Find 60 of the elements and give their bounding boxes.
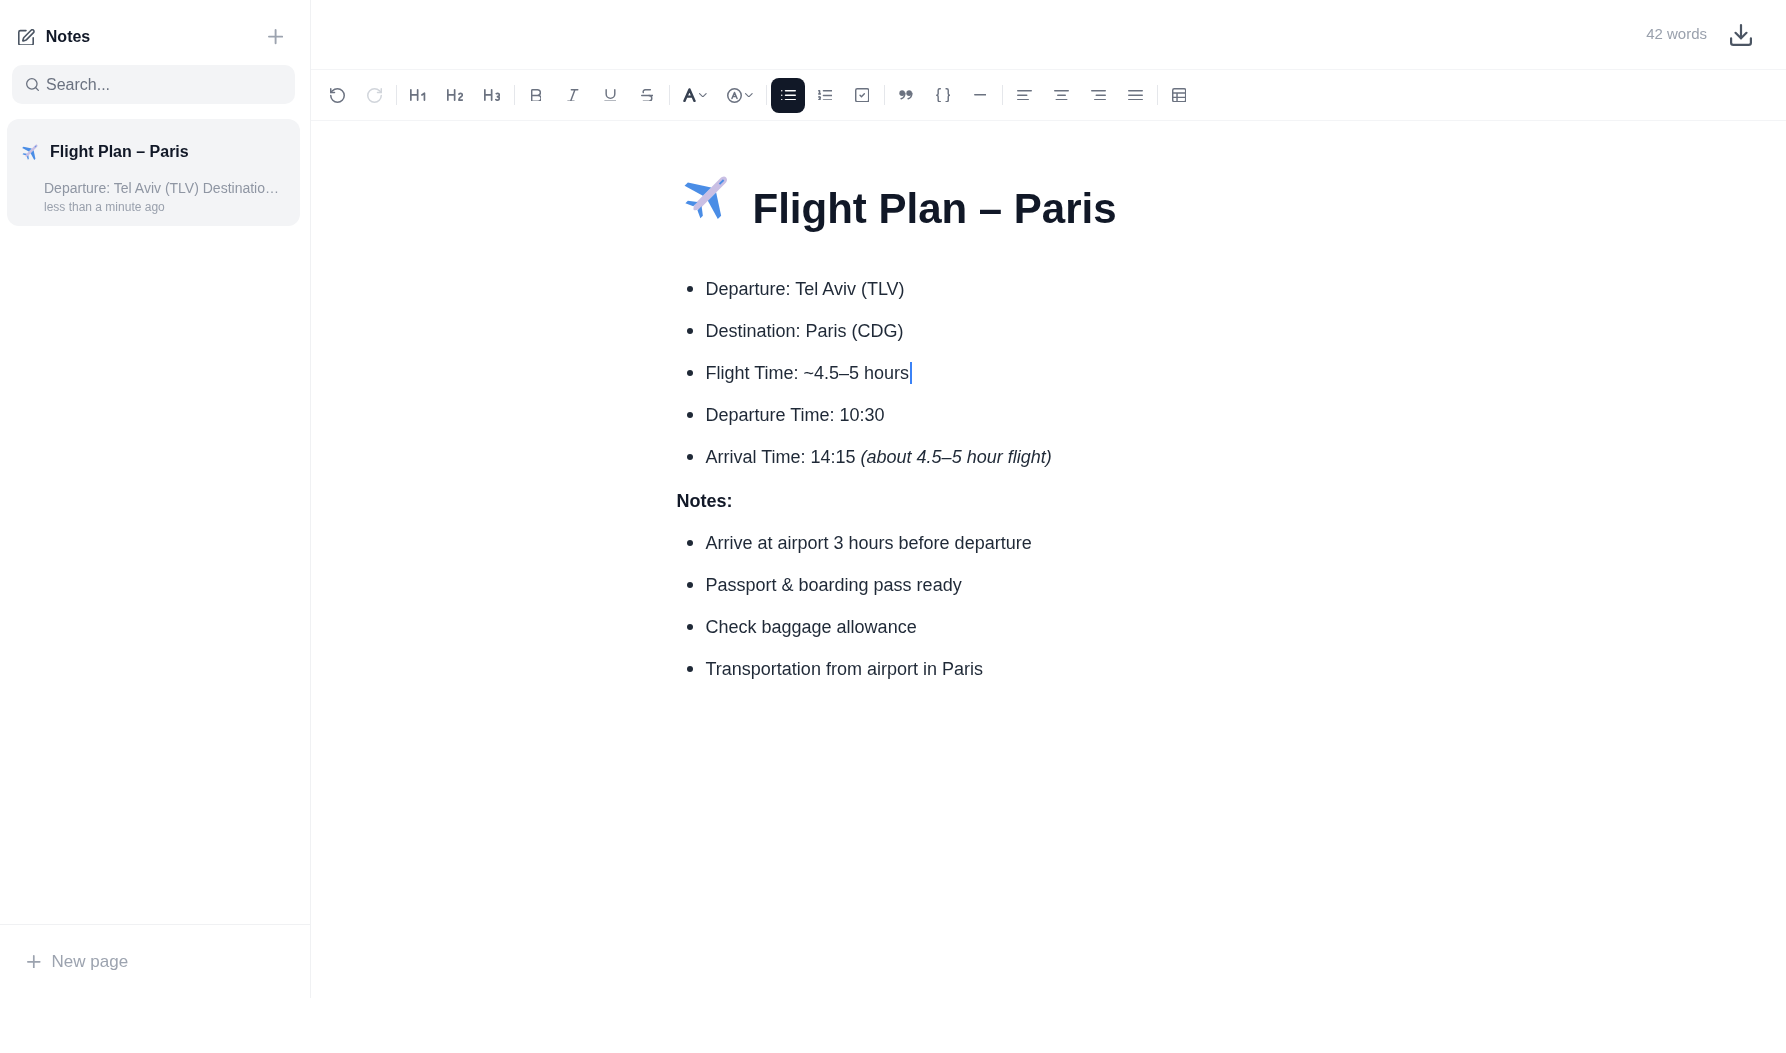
bullet-icon (686, 286, 693, 292)
undo-icon (329, 87, 345, 103)
list-item-text: Check baggage allowance (705, 616, 917, 639)
list-item-text: Flight Time: ~4.5–5 hours (705, 362, 910, 385)
page-item[interactable]: Flight Plan – Paris Departure: Tel Aviv (TLV) Destinatio… less than a minute ago (7, 119, 300, 226)
align-center-icon (1053, 89, 1069, 101)
plus-icon (267, 29, 283, 45)
heading-1-icon (410, 89, 426, 101)
bullet-list-button[interactable] (771, 77, 805, 113)
justify-icon (1127, 89, 1143, 101)
bullet-icon (686, 412, 693, 418)
heading-3-icon (483, 89, 501, 101)
bullet-icon (686, 624, 693, 630)
airplane-icon (22, 143, 39, 161)
bullet-icon (686, 328, 693, 334)
section-label: Notes: (676, 490, 733, 513)
square-tick-icon (854, 87, 870, 103)
chevron-down-icon (699, 92, 707, 98)
horizontal-line-icon (973, 94, 987, 96)
quote-icon (899, 90, 913, 100)
table-icon (1171, 87, 1187, 103)
sidebar-title: Notes (45, 27, 91, 47)
list-item-text: Transportation from airport in Paris (705, 658, 983, 681)
list-item-text: Passport & boarding pass ready (705, 574, 962, 597)
list-item-text: Arrive at airport 3 hours before departure (705, 532, 1032, 555)
bullet-icon (686, 540, 693, 546)
add-page-button[interactable] (265, 27, 285, 47)
bullet-icon (686, 666, 693, 672)
page-preview: Departure: Tel Aviv (TLV) Destinatio… (44, 179, 280, 198)
list-item-text: Departure: Tel Aviv (TLV) (705, 278, 905, 301)
document-title: Flight Plan – Paris (752, 184, 1117, 234)
search-icon (26, 78, 39, 91)
align-left-icon (1016, 89, 1032, 101)
italic-icon (567, 88, 579, 102)
bullet-icon (686, 454, 693, 460)
pencil-square-icon (18, 28, 35, 46)
page-timestamp: less than a minute ago (44, 199, 166, 215)
download-button[interactable] (1730, 23, 1752, 46)
list-item-text: Arrival Time: 14:15 (about 4.5–5 hour flight) (705, 446, 1052, 469)
bullet-icon (686, 370, 693, 376)
align-right-icon (1090, 89, 1106, 101)
redo-icon (366, 87, 382, 103)
word-count: 42 words (1646, 24, 1707, 45)
bold-icon (530, 88, 542, 102)
list-item-text: Departure Time: 10:30 (705, 404, 885, 427)
bullet-list-icon (780, 89, 796, 101)
list-item-text: Destination: Paris (CDG) (705, 320, 904, 343)
braces-icon (935, 87, 951, 103)
bullet-icon (686, 582, 693, 588)
underline-icon (603, 88, 617, 102)
plus-icon (27, 954, 41, 969)
letter-a-icon (683, 87, 697, 103)
page-title: Flight Plan – Paris (50, 142, 189, 162)
chevron-down-icon (745, 92, 753, 98)
search-field[interactable]: Search... (12, 65, 295, 104)
circled-a-icon (727, 87, 743, 103)
strikethrough-icon (640, 88, 654, 102)
heading-2-icon (446, 89, 464, 101)
download-icon (1730, 23, 1752, 46)
numbered-list-icon (817, 89, 833, 101)
